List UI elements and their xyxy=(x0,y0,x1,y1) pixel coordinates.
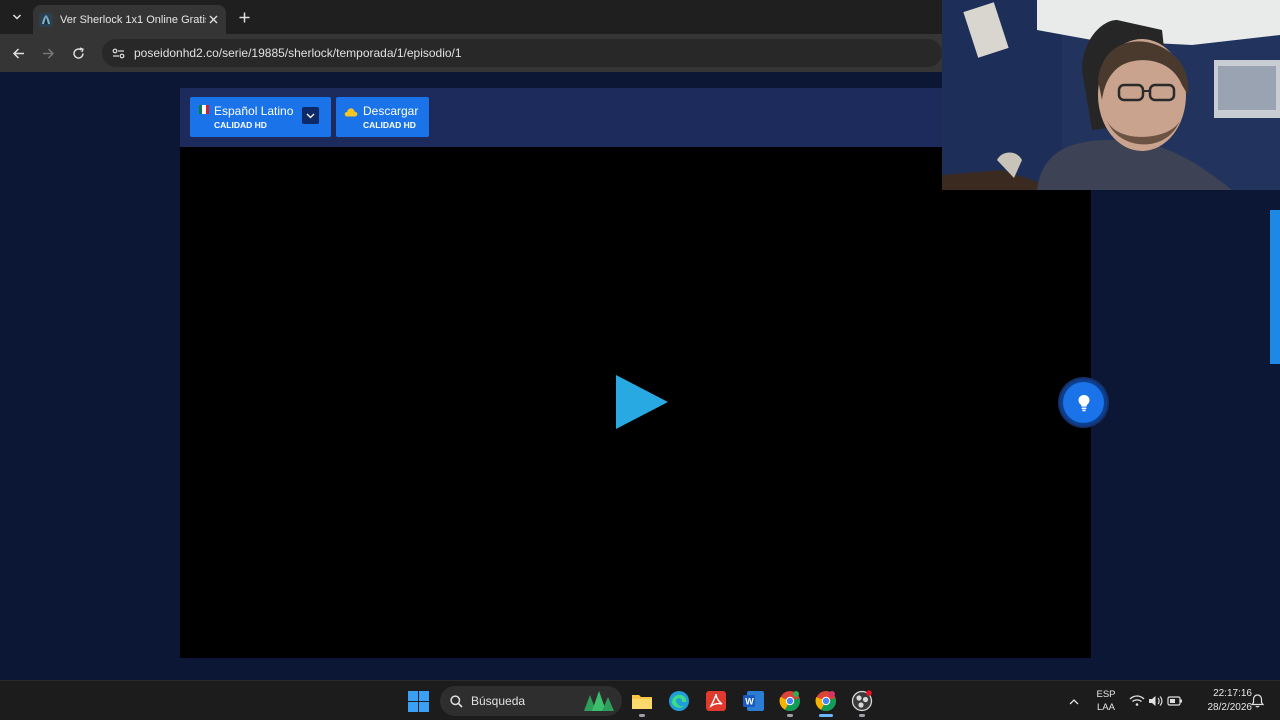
arrow-right-icon xyxy=(42,47,54,59)
chrome-icon xyxy=(779,691,800,712)
new-tab-button[interactable] xyxy=(235,8,253,26)
site-favicon-icon xyxy=(39,12,53,27)
tab-close-button[interactable] xyxy=(206,13,220,27)
reload-icon xyxy=(72,46,84,59)
back-button[interactable] xyxy=(8,43,28,63)
search-highlight-trees-icon xyxy=(584,691,614,711)
input-language-indicator[interactable]: ESP LAA xyxy=(1092,688,1120,714)
browser-tab-active[interactable]: Ver Sherlock 1x1 Online Gratis xyxy=(33,5,226,34)
active-indicator xyxy=(819,714,833,717)
tab-title: Ver Sherlock 1x1 Online Gratis xyxy=(60,13,206,26)
battery-icon xyxy=(1167,696,1182,706)
search-placeholder: Búsqueda xyxy=(471,694,526,708)
page-scroll-indicator[interactable] xyxy=(1270,210,1280,364)
edge-taskbar-icon[interactable] xyxy=(667,689,691,713)
network-volume-battery-tray[interactable] xyxy=(1128,689,1184,713)
input-language-code: ESP xyxy=(1096,689,1116,700)
lightbulb-icon xyxy=(1078,394,1089,411)
obs-taskbar-icon[interactable] xyxy=(850,689,874,717)
running-indicator xyxy=(787,714,793,717)
keyboard-layout-code: LAA xyxy=(1097,702,1115,713)
pdf-reader-icon xyxy=(706,691,726,711)
play-icon[interactable] xyxy=(616,375,668,429)
address-bar[interactable]: poseidonhd2.co/serie/19885/sherlock/temp… xyxy=(102,39,942,67)
forward-button[interactable] xyxy=(38,43,58,63)
download-button[interactable]: Descargar CALIDAD HD xyxy=(336,97,429,137)
taskbar-search-box[interactable]: Búsqueda xyxy=(440,686,622,716)
reload-button[interactable] xyxy=(68,43,88,63)
system-clock[interactable]: 22:17:16 28/2/2026 xyxy=(1190,687,1253,715)
acrobat-taskbar-icon[interactable] xyxy=(704,689,728,713)
screen: Ver Sherlock 1x1 Online Gratis poseidonh… xyxy=(0,0,1280,720)
webcam-person-image xyxy=(942,0,1280,190)
show-hidden-icons-button[interactable] xyxy=(1062,689,1086,713)
running-indicator xyxy=(859,714,865,717)
language-label: Español Latino xyxy=(214,104,294,118)
url-text: poseidonhd2.co/serie/19885/sherlock/temp… xyxy=(134,46,462,60)
search-icon xyxy=(450,694,463,708)
chrome-icon xyxy=(815,691,836,712)
chrome-profile-2-taskbar-icon[interactable] xyxy=(814,689,838,717)
word-icon: W xyxy=(742,691,764,711)
recording-app-icon xyxy=(851,690,873,712)
arrow-left-icon xyxy=(12,47,24,59)
webcam-overlay xyxy=(942,0,1280,190)
windows-logo-icon xyxy=(407,690,429,712)
chevron-up-icon xyxy=(1069,698,1079,704)
clock-date: 28/2/2026 xyxy=(1207,702,1253,713)
mexico-flag-icon xyxy=(199,105,209,114)
language-select-button[interactable]: Español Latino CALIDAD HD xyxy=(190,97,331,137)
cloud-download-icon xyxy=(344,108,358,117)
file-explorer-taskbar-icon[interactable] xyxy=(630,689,654,717)
lights-toggle-button[interactable] xyxy=(1060,379,1107,426)
video-player[interactable] xyxy=(180,147,1091,658)
svg-text:W: W xyxy=(745,696,754,706)
chevron-down-icon xyxy=(12,14,22,20)
folder-icon xyxy=(632,695,652,709)
windows-taskbar: Búsqueda W ESP LAA 22:17:16 28/2/2026 xyxy=(0,680,1280,720)
close-icon xyxy=(209,15,217,24)
volume-icon xyxy=(1149,696,1163,706)
plus-icon xyxy=(239,12,249,22)
language-quality-label: CALIDAD HD xyxy=(214,120,267,130)
site-info-icon[interactable] xyxy=(108,43,128,63)
clock-time: 22:17:16 xyxy=(1213,688,1252,699)
download-quality-label: CALIDAD HD xyxy=(363,120,416,130)
notification-bell-icon xyxy=(1250,694,1264,708)
word-taskbar-icon[interactable]: W xyxy=(741,689,765,713)
language-dropdown-toggle[interactable] xyxy=(302,107,319,124)
download-label: Descargar xyxy=(363,104,419,118)
windows-start-button[interactable] xyxy=(406,689,430,713)
chevron-down-icon xyxy=(306,113,315,118)
running-indicator xyxy=(639,714,645,717)
tab-search-dropdown-button[interactable] xyxy=(7,7,27,27)
wifi-icon xyxy=(1129,695,1145,706)
chrome-profile-1-taskbar-icon[interactable] xyxy=(778,689,802,717)
edge-browser-icon xyxy=(669,691,689,711)
notifications-button[interactable] xyxy=(1249,689,1265,713)
